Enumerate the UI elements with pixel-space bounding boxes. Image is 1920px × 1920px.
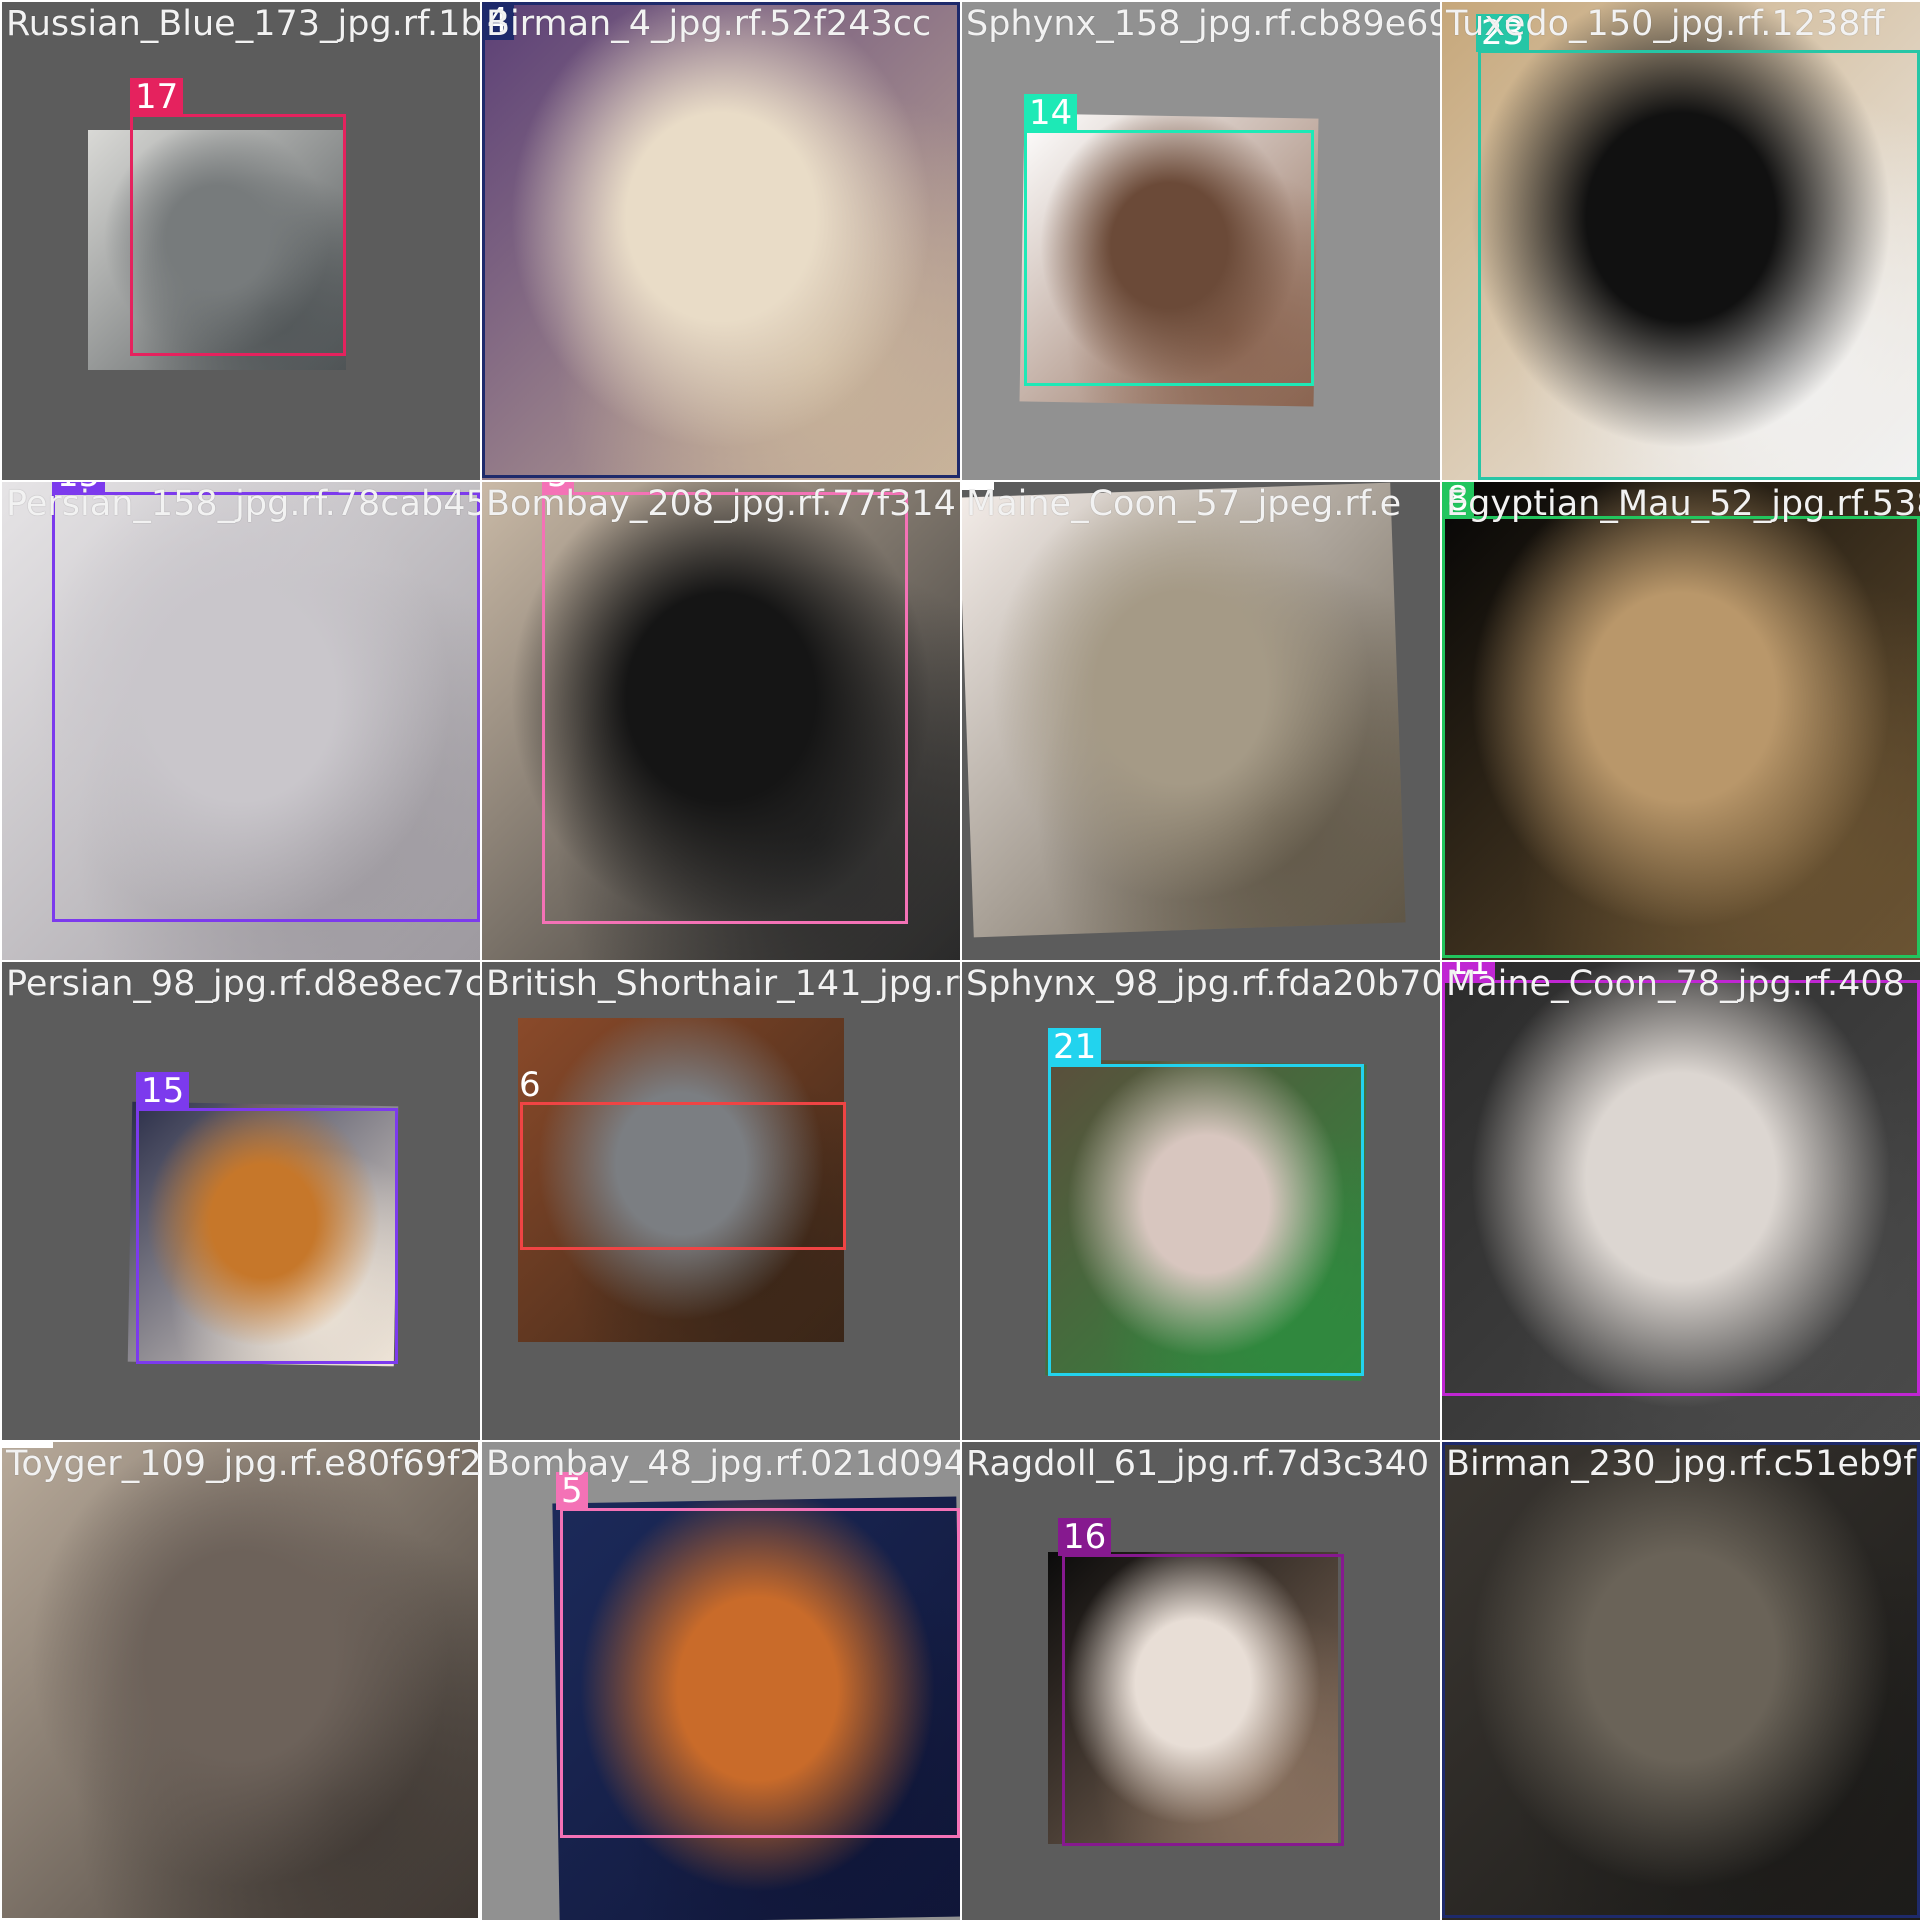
tile-10: 6 British_Shorthair_141_jpg.rf	[482, 962, 960, 1440]
image-filename: Sphynx_98_jpg.rf.fda20b70	[966, 964, 1440, 1004]
bounding-box	[52, 492, 480, 922]
image-filename: Birman_4_jpg.rf.52f243cc	[486, 4, 932, 44]
class-id-tag: 15	[136, 1072, 190, 1110]
tile-16: 4 Birman_230_jpg.rf.c51eb9f	[1442, 1442, 1920, 1920]
image-filename: Sphynx_158_jpg.rf.cb89e69	[966, 4, 1440, 44]
bounding-box	[520, 1102, 846, 1250]
tile-14: 5 Bombay_48_jpg.rf.021d094	[482, 1442, 960, 1920]
tile-15: 16 Ragdoll_61_jpg.rf.7d3c340	[962, 1442, 1440, 1920]
image-filename: Maine_Coon_57_jpeg.rf.e	[966, 484, 1402, 524]
image-filename: Egyptian_Mau_52_jpg.rf.538	[1446, 484, 1920, 524]
bounding-box	[1442, 1442, 1920, 1918]
bounding-box	[1442, 516, 1920, 958]
tile-7: 2 Maine_Coon_57_jpeg.rf.e	[962, 482, 1440, 960]
image-filename: Maine_Coon_78_jpg.rf.408	[1446, 964, 1905, 1004]
class-id-tag: 17	[130, 78, 184, 116]
tile-13: 22 Toyger_109_jpg.rf.e80f69f2	[2, 1442, 480, 1920]
image-filename: Tuxedo_150_jpg.rf.1238ff	[1446, 4, 1885, 44]
bounding-box	[482, 2, 960, 478]
image-filename: British_Shorthair_141_jpg.rf	[486, 964, 960, 1004]
tile-1: 17 Russian_Blue_173_jpg.rf.1b	[2, 2, 480, 480]
image-filename: Toyger_109_jpg.rf.e80f69f2	[6, 1444, 480, 1484]
image-filename: Russian_Blue_173_jpg.rf.1b	[6, 4, 480, 44]
bounding-box	[1024, 130, 1314, 386]
class-id-tag: 21	[1048, 1028, 1102, 1066]
tile-3: 14 Sphynx_158_jpg.rf.cb89e69	[962, 2, 1440, 480]
bounding-box	[542, 492, 908, 924]
bounding-box	[560, 1508, 960, 1838]
class-id-tag: 6	[519, 1065, 541, 1105]
bounding-box	[1478, 50, 1920, 480]
tile-4: 23 Tuxedo_150_jpg.rf.1238ff	[1442, 2, 1920, 480]
image-filename: Bombay_208_jpg.rf.77f314	[486, 484, 956, 524]
image-filename: Ragdoll_61_jpg.rf.7d3c340	[966, 1444, 1430, 1484]
tile-2: 4 Birman_4_jpg.rf.52f243cc	[482, 2, 960, 480]
tile-6: 5 Bombay_208_jpg.rf.77f314	[482, 482, 960, 960]
bounding-box	[1442, 980, 1920, 1396]
image-filename: Persian_158_jpg.rf.78cab45	[6, 484, 480, 524]
bounding-box	[136, 1108, 398, 1364]
tile-5: 15 Persian_158_jpg.rf.78cab45	[2, 482, 480, 960]
bounding-box	[1062, 1554, 1344, 1846]
tile-11: 21 Sphynx_98_jpg.rf.fda20b70	[962, 962, 1440, 1440]
mosaic-grid: 17 Russian_Blue_173_jpg.rf.1b 4 Birman_4…	[0, 0, 1920, 1920]
class-id-tag: 16	[1058, 1518, 1112, 1556]
tile-9: 15 Persian_98_jpg.rf.d8e8ec7c	[2, 962, 480, 1440]
bounding-box	[2, 1442, 480, 1920]
image-filename: Persian_98_jpg.rf.d8e8ec7c	[6, 964, 480, 1004]
bounding-box	[1048, 1064, 1364, 1376]
bounding-box	[962, 482, 1440, 960]
image-filename: Birman_230_jpg.rf.c51eb9f	[1446, 1444, 1916, 1484]
image-filename: Bombay_48_jpg.rf.021d094	[486, 1444, 960, 1484]
class-id-tag: 14	[1024, 94, 1078, 132]
bounding-box	[130, 114, 346, 356]
tile-12: 11 Maine_Coon_78_jpg.rf.408	[1442, 962, 1920, 1440]
tile-8: 8 Egyptian_Mau_52_jpg.rf.538	[1442, 482, 1920, 960]
